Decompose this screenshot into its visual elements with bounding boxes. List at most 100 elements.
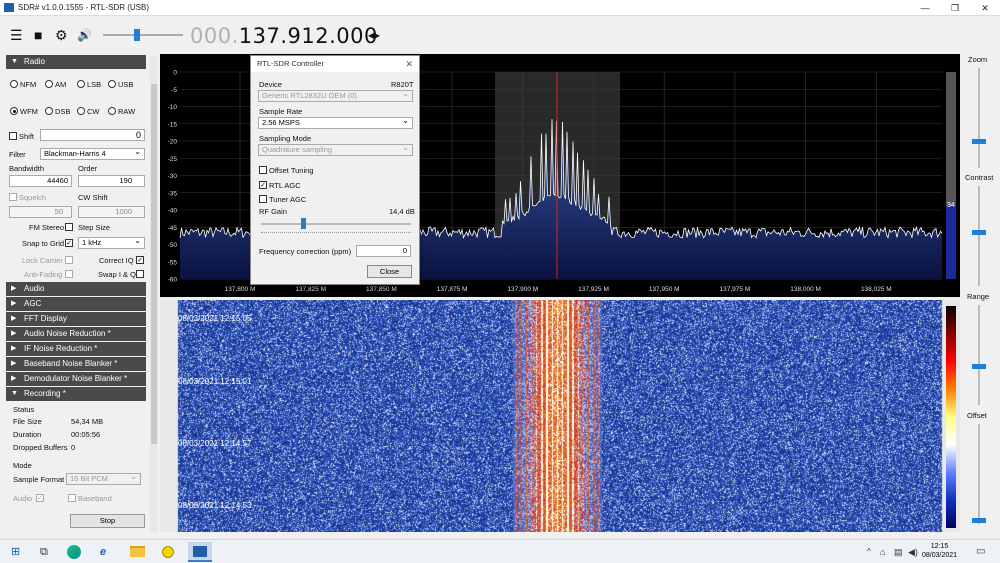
if-noise-reduction-section-header[interactable]: ▶ IF Noise Reduction *: [6, 342, 146, 356]
mode-cw-radio[interactable]: [77, 107, 85, 115]
usb-device-icon[interactable]: ⌂: [880, 545, 885, 559]
swap-iq-checkbox[interactable]: [136, 270, 144, 278]
rf-gain-slider-track[interactable]: [261, 223, 411, 225]
network-icon[interactable]: ▤: [894, 545, 903, 559]
task-view-icon[interactable]: ⧉: [40, 545, 48, 559]
squelch-checkbox[interactable]: [9, 193, 17, 201]
rtl-agc-checkbox[interactable]: ✓: [259, 181, 267, 189]
offset-slider-thumb[interactable]: [972, 518, 986, 523]
windows-taskbar: ⊞ ⧉ e ^ ⌂ ▤ ◀) 12:15 08/03/2021 ▭: [0, 539, 1000, 563]
sample-format-select[interactable]: 16 Bit PCM: [66, 472, 141, 485]
if-noise-reduction-title: IF Noise Reduction *: [24, 344, 98, 353]
offset-tuning-checkbox[interactable]: [259, 166, 267, 174]
dialog-close-icon[interactable]: ✕: [405, 56, 413, 72]
frequency-display[interactable]: 000.137.912.000: [190, 24, 378, 48]
anti-fading-checkbox[interactable]: [65, 270, 73, 278]
order-input[interactable]: 190: [78, 175, 145, 187]
radio-section-header[interactable]: ▼ Radio: [6, 55, 146, 69]
mode-nfm-radio[interactable]: [10, 80, 18, 88]
mode-usb-label: USB: [118, 80, 134, 89]
frequency-correction-input[interactable]: 0: [356, 245, 411, 257]
minimize-button[interactable]: —: [910, 0, 940, 16]
mode-usb-radio[interactable]: [108, 80, 116, 88]
device-label: Device: [259, 80, 282, 89]
collapse-triangle-icon: ▼: [11, 390, 18, 397]
range-slider-track[interactable]: [978, 305, 980, 405]
mode-dsb-radio[interactable]: [45, 107, 53, 115]
agc-section-header[interactable]: ▶ AGC: [6, 297, 146, 311]
snap-to-grid-checkbox[interactable]: ✓: [65, 239, 73, 247]
baseband-noise-blanker-section-header[interactable]: ▶ Baseband Noise Blanker *: [6, 357, 146, 371]
sample-rate-select[interactable]: 2.56 MSPS: [258, 116, 413, 129]
expand-triangle-icon: ▶: [11, 375, 17, 382]
squelch-input[interactable]: 50: [9, 206, 72, 218]
x-tick-label: 137,975 M: [720, 286, 751, 293]
sdrsharp-taskbar-button[interactable]: [188, 542, 212, 562]
baseband-record-label: Baseband: [78, 494, 112, 503]
dialog-close-button[interactable]: Close: [367, 265, 412, 278]
shift-input[interactable]: 0: [40, 129, 145, 141]
range-slider-thumb[interactable]: [972, 364, 986, 369]
stop-recording-button[interactable]: Stop: [70, 514, 145, 528]
audio-noise-reduction-section-header[interactable]: ▶ Audio Noise Reduction *: [6, 327, 146, 341]
audio-record-checkbox[interactable]: ✓: [36, 494, 44, 502]
stop-icon[interactable]: ■: [34, 28, 42, 42]
filter-label: Filter: [9, 150, 26, 159]
tune-arrows-icon[interactable]: ◂▸: [368, 28, 380, 42]
waterfall-display[interactable]: 08/03/2021 12:15:05 08/03/2021 12:15:01 …: [160, 300, 960, 532]
waterfall-canvas[interactable]: [160, 300, 960, 532]
mode-am-radio[interactable]: [45, 80, 53, 88]
zoom-slider-track[interactable]: [978, 68, 980, 168]
device-select[interactable]: Generic RTL2832U OEM (0): [258, 89, 413, 102]
correct-iq-checkbox[interactable]: ✓: [136, 256, 144, 264]
step-size-select[interactable]: 1 kHz: [78, 236, 145, 249]
contrast-slider-track[interactable]: [978, 186, 980, 286]
edge-browser-icon[interactable]: [67, 545, 81, 559]
y-tick-label: -35: [168, 190, 178, 197]
bandwidth-input[interactable]: 44460: [9, 175, 72, 187]
maximize-button[interactable]: ❐: [940, 0, 970, 16]
mode-lsb-radio[interactable]: [77, 80, 85, 88]
filter-select[interactable]: Blackman-Harris 4: [40, 147, 145, 160]
contrast-slider-thumb[interactable]: [972, 230, 986, 235]
rf-gain-slider-thumb[interactable]: [301, 218, 306, 229]
internet-explorer-icon[interactable]: e: [100, 545, 106, 559]
zoom-slider-thumb[interactable]: [972, 139, 986, 144]
gear-icon[interactable]: ⚙: [55, 28, 68, 42]
app-circle-icon[interactable]: [162, 546, 174, 558]
sampling-mode-select[interactable]: Quadrature sampling: [258, 143, 413, 156]
fft-display-section-header[interactable]: ▶ FFT Display: [6, 312, 146, 326]
volume-tray-icon[interactable]: ◀): [908, 545, 918, 559]
audio-section-header[interactable]: ▶ Audio: [6, 282, 146, 296]
duration-value: 00:05:56: [71, 430, 101, 439]
baseband-record-checkbox[interactable]: [68, 494, 76, 502]
fm-stereo-checkbox[interactable]: [65, 223, 73, 231]
scrollbar-thumb[interactable]: [151, 84, 157, 444]
left-panel-scrollbar[interactable]: [150, 56, 158, 532]
lock-carrier-checkbox[interactable]: [65, 256, 73, 264]
frequency-leading-digits: 000.: [190, 24, 239, 48]
volume-slider-track[interactable]: [103, 34, 183, 36]
offset-slider-track[interactable]: [978, 424, 980, 524]
taskbar-clock[interactable]: 12:15 08/03/2021: [922, 542, 957, 560]
recording-section-header[interactable]: ▼ Recording *: [6, 387, 146, 401]
audio-noise-reduction-title: Audio Noise Reduction *: [24, 329, 111, 338]
tray-chevron-icon[interactable]: ^: [867, 545, 871, 559]
baseband-noise-blanker-title: Baseband Noise Blanker *: [24, 359, 118, 368]
close-window-button[interactable]: ✕: [970, 0, 1000, 16]
file-explorer-icon[interactable]: [130, 546, 145, 557]
mode-raw-radio[interactable]: [108, 107, 116, 115]
frequency-digits: 137.912.000: [238, 24, 378, 48]
volume-slider-thumb[interactable]: [134, 29, 140, 41]
speaker-icon[interactable]: 🔊: [77, 28, 92, 42]
duration-label: Duration: [13, 430, 42, 439]
notifications-icon[interactable]: ▭: [976, 545, 985, 559]
start-windows-icon[interactable]: ⊞: [11, 545, 20, 559]
demodulator-noise-blanker-section-header[interactable]: ▶ Demodulator Noise Blanker *: [6, 372, 146, 386]
shift-checkbox[interactable]: [9, 132, 17, 140]
cw-shift-input[interactable]: 1000: [78, 206, 145, 218]
mode-wfm-radio[interactable]: [10, 107, 18, 115]
mode-dsb-label: DSB: [55, 107, 71, 116]
tuner-agc-checkbox[interactable]: [259, 195, 267, 203]
menu-icon[interactable]: ☰: [10, 28, 23, 42]
